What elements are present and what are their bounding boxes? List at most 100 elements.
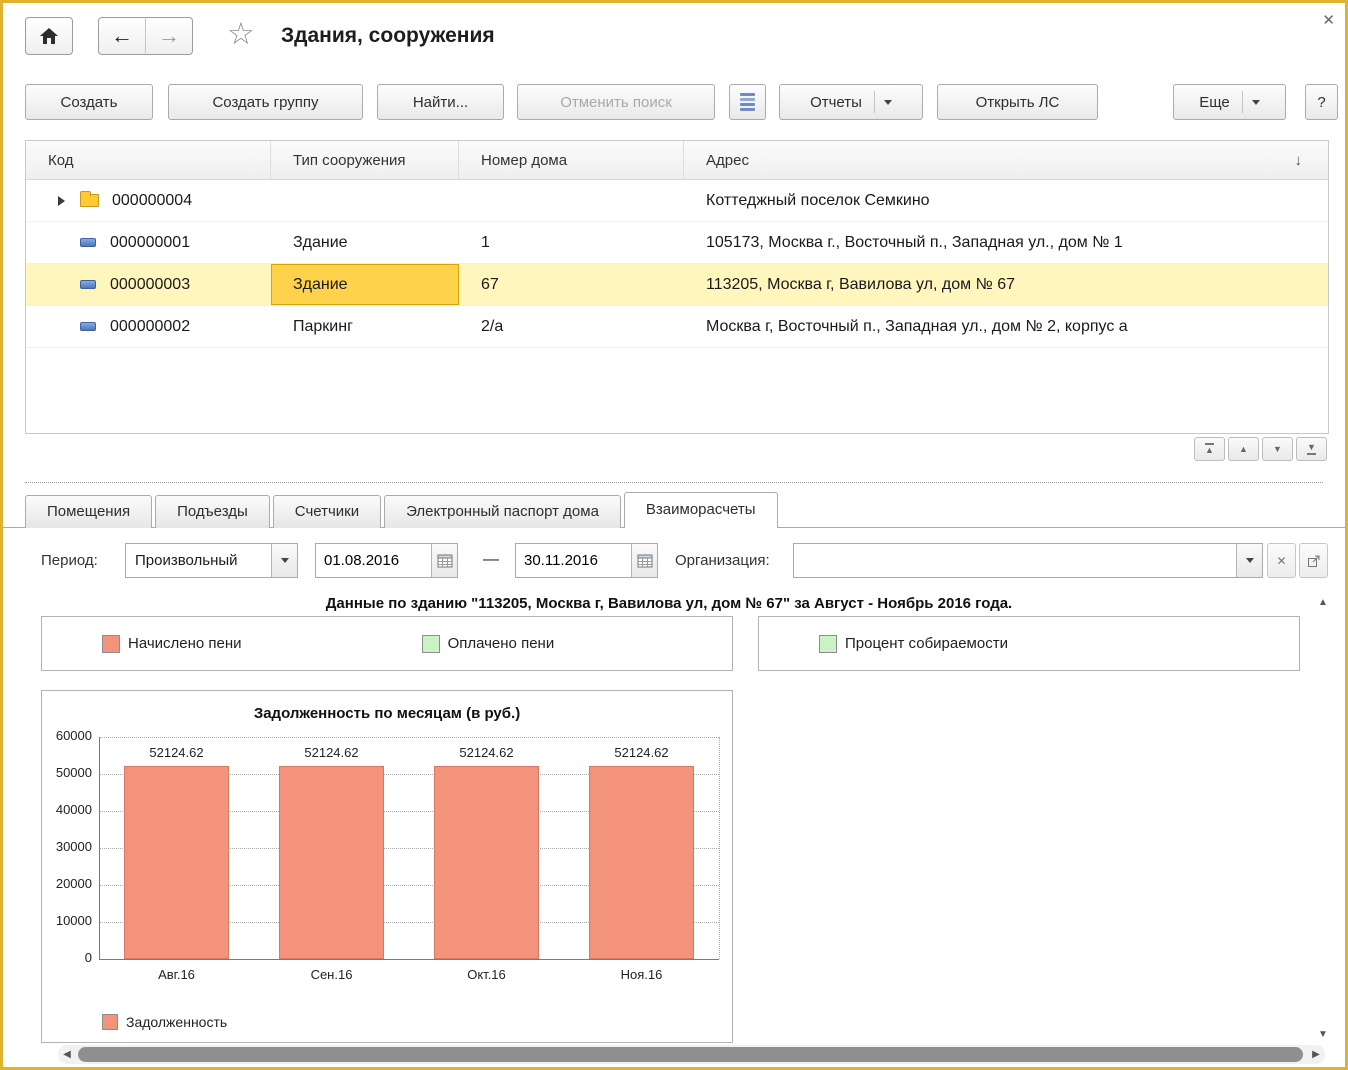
horizontal-scrollbar[interactable]: ◀ ▶ bbox=[58, 1045, 1325, 1064]
more-button[interactable]: Еще bbox=[1173, 84, 1286, 120]
organization-input[interactable] bbox=[794, 544, 1236, 577]
back-arrow-icon: ← bbox=[111, 25, 133, 47]
arrow-down-icon: ▼ bbox=[1273, 445, 1282, 454]
tab-premises[interactable]: Помещения bbox=[25, 495, 152, 528]
cell-address: 113205, Москва г, Вавилова ул, дом № 67 bbox=[684, 264, 1328, 305]
legend-swatch bbox=[819, 635, 837, 653]
gridline bbox=[99, 737, 719, 738]
cell-building-type: Здание bbox=[271, 264, 459, 305]
arrow-top-icon: ▲ bbox=[1205, 443, 1214, 455]
tab-entrances[interactable]: Подъезды bbox=[155, 495, 270, 528]
create-group-button[interactable]: Создать группу bbox=[168, 84, 363, 120]
tab-passport[interactable]: Электронный паспорт дома bbox=[384, 495, 621, 528]
open-ls-button[interactable]: Открыть ЛС bbox=[937, 84, 1098, 120]
scroll-up-icon[interactable]: ▲ bbox=[1313, 593, 1333, 611]
go-bottom-button[interactable]: ▼ bbox=[1296, 437, 1327, 461]
vertical-scrollbar[interactable]: ▲ ▼ bbox=[1313, 593, 1333, 1043]
code-value: 000000003 bbox=[110, 276, 190, 294]
sort-desc-icon[interactable]: ↓ bbox=[1295, 152, 1303, 169]
hscroll-thumb[interactable] bbox=[78, 1047, 1303, 1062]
back-button[interactable]: ← bbox=[98, 17, 146, 55]
legend-swatch bbox=[422, 635, 440, 653]
legend-label: Начислено пени bbox=[128, 635, 242, 652]
organization-open-button[interactable] bbox=[1299, 543, 1328, 578]
calendar-icon bbox=[437, 553, 453, 568]
go-down-button[interactable]: ▼ bbox=[1262, 437, 1293, 461]
y-axis bbox=[99, 737, 100, 959]
app-window: ← → ☆ Здания, сооружения ✕ Создать Созда… bbox=[0, 0, 1348, 1070]
x-tick-label: Ноя.16 bbox=[564, 967, 719, 982]
bar-Окт.16 bbox=[434, 766, 539, 959]
scroll-down-icon[interactable]: ▼ bbox=[1313, 1025, 1333, 1043]
scroll-left-icon[interactable]: ◀ bbox=[58, 1045, 76, 1064]
find-button[interactable]: Найти... bbox=[377, 84, 504, 120]
y-tick-label: 30000 bbox=[42, 839, 92, 854]
cell-building-type: Здание bbox=[271, 222, 459, 263]
favorite-star-icon[interactable]: ☆ bbox=[227, 18, 255, 49]
arrow-bottom-icon: ▼ bbox=[1307, 443, 1316, 455]
legend-item: Оплачено пени bbox=[422, 635, 555, 653]
list-display-button[interactable] bbox=[729, 84, 766, 120]
date-from-calendar-button[interactable] bbox=[431, 544, 457, 577]
expand-icon[interactable] bbox=[58, 196, 80, 206]
table-body: 000000004Коттеджный поселок Семкино 00000… bbox=[26, 180, 1328, 348]
period-dropdown-button[interactable] bbox=[271, 544, 297, 577]
legend-label: Оплачено пени bbox=[448, 635, 555, 652]
plot-right-edge bbox=[719, 737, 720, 959]
folder-icon bbox=[80, 194, 99, 207]
table-row[interactable]: 000000002Паркинг2/аМосква г, Восточный п… bbox=[26, 306, 1328, 348]
go-top-button[interactable]: ▲ bbox=[1194, 437, 1225, 461]
create-button[interactable]: Создать bbox=[25, 84, 153, 120]
period-combobox[interactable]: Произвольный bbox=[125, 543, 298, 578]
date-to-calendar-button[interactable] bbox=[631, 544, 657, 577]
table-row[interactable]: 000000001Здание1105173, Москва г., Восто… bbox=[26, 222, 1328, 264]
legend-item: Начислено пени bbox=[102, 635, 242, 653]
column-header-building-type[interactable]: Тип сооружения bbox=[271, 141, 459, 179]
organization-combobox[interactable] bbox=[793, 543, 1263, 578]
splitter[interactable] bbox=[25, 482, 1323, 483]
table-row[interactable]: 000000004Коттеджный поселок Семкино bbox=[26, 180, 1328, 222]
date-range-dash: — bbox=[476, 551, 506, 569]
x-axis bbox=[99, 959, 719, 960]
cell-house-number: 2/а bbox=[459, 306, 684, 347]
y-tick-label: 60000 bbox=[42, 728, 92, 743]
cell-house-number: 67 bbox=[459, 264, 684, 305]
chevron-down-icon bbox=[884, 100, 892, 105]
report-header: Данные по зданию "113205, Москва г, Вави… bbox=[41, 595, 1297, 612]
cell-building-type: Паркинг bbox=[271, 306, 459, 347]
home-button[interactable] bbox=[25, 17, 73, 55]
organization-clear-button[interactable]: ✕ bbox=[1267, 543, 1296, 578]
legend-label: Процент собираемости bbox=[845, 635, 1008, 652]
tab-settlements[interactable]: Взаиморасчеты bbox=[624, 492, 778, 528]
x-tick-label: Окт.16 bbox=[409, 967, 564, 982]
tab-meters[interactable]: Счетчики bbox=[273, 495, 381, 528]
date-from-input[interactable] bbox=[316, 544, 431, 577]
cell-code: 000000001 bbox=[26, 222, 271, 263]
item-icon bbox=[80, 280, 96, 289]
cancel-search-button[interactable]: Отменить поиск bbox=[517, 84, 715, 120]
code-value: 000000001 bbox=[110, 234, 190, 252]
close-icon[interactable]: ✕ bbox=[1322, 11, 1335, 29]
legend-label: Задолженность bbox=[126, 1014, 227, 1030]
bar-Ноя.16 bbox=[589, 766, 694, 959]
scroll-right-icon[interactable]: ▶ bbox=[1307, 1045, 1325, 1064]
list-nav-buttons: ▲ ▲ ▼ ▼ bbox=[1194, 437, 1327, 461]
go-up-button[interactable]: ▲ bbox=[1228, 437, 1259, 461]
column-header-house-number[interactable]: Номер дома bbox=[459, 141, 684, 179]
column-header-code[interactable]: Код bbox=[26, 141, 271, 179]
date-from-field[interactable] bbox=[315, 543, 458, 578]
legend-item: Процент собираемости bbox=[819, 635, 1008, 653]
period-value: Произвольный bbox=[126, 544, 271, 577]
legend-swatch bbox=[102, 635, 120, 653]
table-row[interactable]: 000000003 Здание67113205, Москва г, Вавил… bbox=[26, 264, 1328, 306]
date-to-input[interactable] bbox=[516, 544, 631, 577]
column-header-address[interactable]: Адрес ↓ bbox=[684, 141, 1328, 179]
forward-button[interactable]: → bbox=[145, 17, 193, 55]
organization-dropdown-button[interactable] bbox=[1236, 544, 1262, 577]
help-button[interactable]: ? bbox=[1305, 84, 1338, 120]
reports-label: Отчеты bbox=[810, 94, 862, 111]
cell-address: 105173, Москва г., Восточный п., Западна… bbox=[684, 222, 1328, 263]
debt-chart: Задолженность по месяцам (в руб.) 010000… bbox=[41, 690, 733, 1043]
reports-button[interactable]: Отчеты bbox=[779, 84, 923, 120]
date-to-field[interactable] bbox=[515, 543, 658, 578]
